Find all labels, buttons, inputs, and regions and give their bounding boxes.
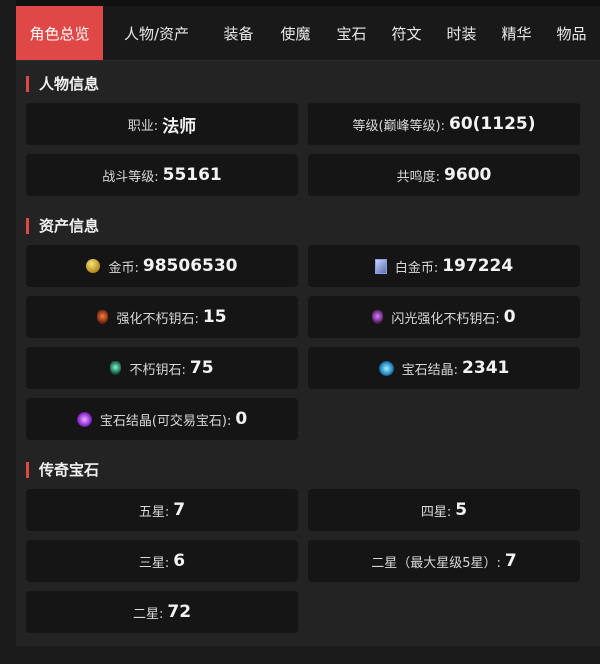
card-value: 55161	[162, 165, 222, 185]
card-label: 宝石结晶(可交易宝石):	[99, 413, 232, 429]
tab-items[interactable]: 物品	[544, 6, 599, 60]
section-title-asset-info: 资产信息	[26, 218, 99, 234]
gold-coin-icon	[86, 259, 101, 273]
card-label: 金币:	[108, 260, 139, 276]
card-value: 197224	[442, 256, 514, 276]
card-label: 宝石结晶:	[401, 362, 459, 378]
card-value: 0	[503, 307, 516, 327]
card-value: 60(1125)	[449, 114, 536, 134]
gem-card-five-star: 五星: 7	[26, 489, 298, 531]
tab-runes[interactable]: 符文	[379, 6, 434, 60]
card-value: 0	[235, 409, 248, 429]
gem-crystal-icon	[378, 360, 394, 376]
asset-card-platinum: 白金币: 197224	[308, 245, 580, 287]
tab-bar: 角色总览 人物/资产 装备 使魔 宝石 符文 时装 精华 物品	[16, 6, 600, 61]
info-card-combat-level: 战斗等级: 55161	[26, 154, 298, 196]
asset-card-eternal-keystone: 不朽钥石: 75	[26, 347, 298, 389]
character-overview-panel: 角色总览 人物/资产 装备 使魔 宝石 符文 时装 精华 物品 人物信息 职业:…	[16, 0, 600, 646]
tab-cosmetics[interactable]: 时装	[434, 6, 489, 60]
card-label: 二星:	[132, 606, 164, 622]
card-label: 三星:	[138, 555, 170, 571]
card-value: 7	[504, 551, 517, 571]
eternal-keystone-icon	[110, 361, 122, 375]
card-value: 法师	[162, 116, 197, 137]
asset-card-shining-keystone: 闪光强化不朽钥石: 0	[308, 296, 580, 338]
card-label: 等级(巅峰等级):	[352, 118, 445, 134]
gem-card-four-star: 四星: 5	[308, 489, 580, 531]
shining-keystone-icon	[372, 310, 384, 324]
card-label: 白金币:	[394, 260, 439, 276]
platinum-coin-icon	[374, 258, 387, 274]
card-value: 6	[173, 551, 186, 571]
card-label: 五星:	[138, 504, 170, 520]
tab-character-assets[interactable]: 人物/资产	[103, 6, 210, 60]
card-label: 二星（最大星级5星）:	[371, 555, 501, 571]
card-label: 四星:	[420, 504, 452, 520]
card-label: 强化不朽钥石:	[116, 311, 199, 327]
card-label: 战斗等级:	[102, 169, 159, 185]
card-label: 共鸣度:	[396, 169, 441, 185]
section-title-legendary-gems: 传奇宝石	[26, 462, 99, 478]
tab-character-overview[interactable]: 角色总览	[16, 6, 103, 60]
card-value: 98506530	[142, 256, 238, 276]
info-card-level: 等级(巅峰等级): 60(1125)	[308, 103, 580, 145]
gem-card-two-star: 二星: 72	[26, 591, 298, 633]
info-card-resonance: 共鸣度: 9600	[308, 154, 580, 196]
card-label: 不朽钥石:	[129, 362, 186, 378]
card-value: 9600	[444, 165, 492, 185]
enhanced-eternal-keystone-icon	[97, 310, 109, 324]
asset-card-enhanced-keystone: 强化不朽钥石: 15	[26, 296, 298, 338]
asset-card-gem-crystal: 宝石结晶: 2341	[308, 347, 580, 389]
section-title-character-info: 人物信息	[26, 76, 99, 92]
card-value: 2341	[462, 358, 510, 378]
tab-essence[interactable]: 精华	[489, 6, 544, 60]
card-value: 7	[173, 500, 186, 520]
tab-equipment[interactable]: 装备	[210, 6, 267, 60]
gem-card-three-star: 三星: 6	[26, 540, 298, 582]
card-value: 72	[167, 602, 192, 622]
card-label: 职业:	[127, 118, 159, 134]
card-label: 闪光强化不朽钥石:	[391, 311, 500, 327]
info-card-class: 职业: 法师	[26, 103, 298, 145]
card-value: 5	[455, 500, 468, 520]
tab-gems[interactable]: 宝石	[324, 6, 379, 60]
gem-card-two-star-max5: 二星（最大星级5星）: 7	[308, 540, 580, 582]
card-value: 75	[189, 358, 214, 378]
asset-card-gold: 金币: 98506530	[26, 245, 298, 287]
asset-card-tradable-gem-crystal: 宝石结晶(可交易宝石): 0	[26, 398, 298, 440]
card-value: 15	[202, 307, 227, 327]
tab-familiars[interactable]: 使魔	[267, 6, 324, 60]
tradable-gem-crystal-icon	[76, 411, 92, 427]
